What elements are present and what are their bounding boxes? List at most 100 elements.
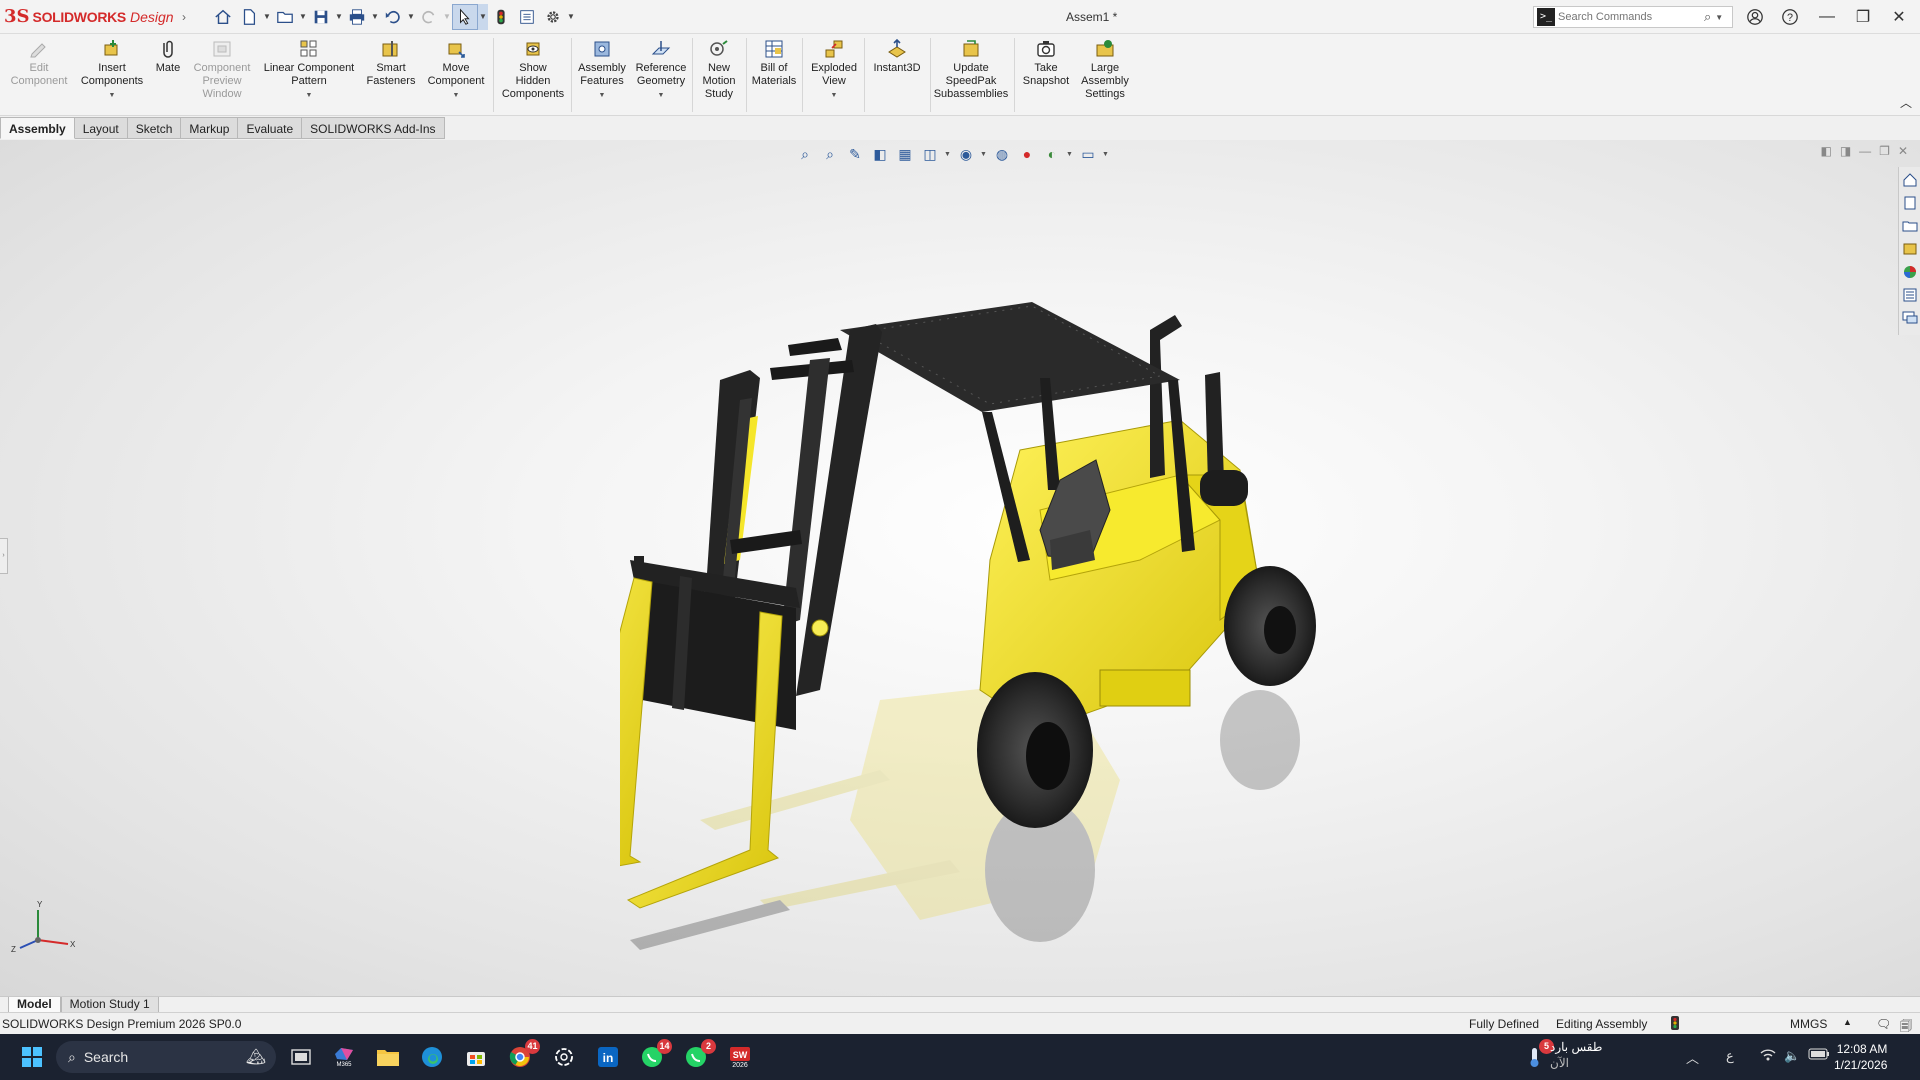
weather-widget[interactable]: طقس بارد الآن xyxy=(1550,1039,1602,1071)
show-hidden-components-button[interactable]: Show Hidden Components xyxy=(498,38,568,101)
zoom-to-area-icon[interactable]: ⌕ xyxy=(819,143,841,165)
instant3d-button[interactable]: Instant3D xyxy=(866,38,928,75)
print-dropdown-icon[interactable]: ▼ xyxy=(370,12,380,21)
forum-icon[interactable] xyxy=(1901,308,1919,327)
wifi-icon[interactable] xyxy=(1760,1048,1776,1065)
search-dropdown-icon[interactable]: ▼ xyxy=(1715,13,1723,22)
tile-left-icon[interactable]: ◧ xyxy=(1820,144,1831,158)
open-dropdown-icon[interactable]: ▼ xyxy=(298,12,308,21)
file-explorer-icon[interactable] xyxy=(1901,216,1919,235)
select-dropdown-icon[interactable]: ▼ xyxy=(478,3,488,30)
save-icon[interactable] xyxy=(308,4,334,30)
view-orientation-icon[interactable]: ◫ xyxy=(919,143,941,165)
whatsapp-business-icon[interactable]: 2 xyxy=(682,1039,716,1071)
new-document-icon[interactable] xyxy=(236,4,262,30)
edit-appearance-icon[interactable]: ● xyxy=(1016,143,1038,165)
view-palette-icon[interactable] xyxy=(1901,239,1919,258)
solidworks-logo[interactable]: 3S SOLIDWORKS Design xyxy=(0,0,176,34)
assembly-features-button[interactable]: Assembly Features ▼ xyxy=(574,38,630,102)
show-hidden-icons-chevron-icon[interactable]: ︿ xyxy=(1686,1048,1699,1067)
input-language-indicator[interactable]: ع xyxy=(1726,1048,1734,1064)
update-speedpak-button[interactable]: Update SpeedPak Subassemblies xyxy=(932,38,1010,101)
feature-manager-expand-handle[interactable]: › xyxy=(0,538,8,574)
bill-of-materials-button[interactable]: Bill of Materials xyxy=(748,38,800,88)
rebuild-traffic-light-icon[interactable] xyxy=(488,4,514,30)
select-cursor-icon[interactable] xyxy=(452,3,478,30)
search-commands-box[interactable]: >_ ⌕ ▼ xyxy=(1533,6,1733,28)
move-component-dropdown-icon[interactable]: ▼ xyxy=(453,89,460,102)
display-style-dropdown-icon[interactable]: ▼ xyxy=(980,151,988,158)
minimize-window-icon[interactable]: — xyxy=(1810,4,1844,30)
help-icon[interactable]: ? xyxy=(1773,4,1807,30)
unit-system-text[interactable]: MMGS xyxy=(1790,1017,1827,1031)
zoom-to-fit-icon[interactable]: ⌕ xyxy=(794,143,816,165)
microsoft-store-icon[interactable] xyxy=(462,1043,490,1071)
view-settings-dropdown-icon[interactable]: ▼ xyxy=(1102,151,1110,158)
close-window-icon[interactable]: ✕ xyxy=(1882,4,1916,30)
solidworks-taskbar-icon[interactable]: SW 2026 xyxy=(726,1043,754,1071)
linkedin-icon[interactable]: in xyxy=(594,1043,622,1071)
tab-evaluate[interactable]: Evaluate xyxy=(238,117,303,139)
tab-model[interactable]: Model xyxy=(8,997,61,1013)
edge-browser-icon[interactable] xyxy=(418,1043,446,1071)
print-icon[interactable] xyxy=(344,4,370,30)
open-folder-icon[interactable] xyxy=(272,4,298,30)
search-input[interactable] xyxy=(1558,11,1698,23)
search-icon[interactable]: ⌕ xyxy=(1704,9,1711,25)
linear-component-pattern-button[interactable]: Linear Component Pattern ▼ xyxy=(258,38,360,102)
new-dropdown-icon[interactable]: ▼ xyxy=(262,12,272,21)
move-component-button[interactable]: Move Component ▼ xyxy=(422,38,490,102)
exploded-view-button[interactable]: Exploded View ▼ xyxy=(806,38,862,102)
view-settings-icon[interactable]: ▭ xyxy=(1077,143,1099,165)
section-view-icon[interactable]: ◧ xyxy=(869,143,891,165)
rebuild-status-icon[interactable] xyxy=(1671,1016,1679,1033)
microsoft-365-icon[interactable]: M365 xyxy=(330,1043,358,1071)
unit-system-dropdown-icon[interactable]: ▲ xyxy=(1843,1017,1852,1027)
file-properties-icon[interactable] xyxy=(514,4,540,30)
system-clock[interactable]: 12:08 AM 1/21/2026 xyxy=(1834,1041,1887,1073)
options-gear-icon[interactable] xyxy=(540,4,566,30)
apply-scene-icon[interactable]: ◐ xyxy=(1041,143,1063,165)
tab-layout[interactable]: Layout xyxy=(74,117,128,139)
whatsapp-icon[interactable]: 14 xyxy=(638,1039,672,1071)
design-library-icon[interactable] xyxy=(1901,193,1919,212)
volume-icon[interactable]: 🔈 xyxy=(1784,1048,1800,1064)
linear-pattern-dropdown-icon[interactable]: ▼ xyxy=(306,89,313,102)
restore-window-icon[interactable]: ❐ xyxy=(1846,4,1880,30)
mate-button[interactable]: Mate xyxy=(150,38,186,75)
tab-assembly[interactable]: Assembly xyxy=(0,117,75,139)
tab-solidworks-add-ins[interactable]: SOLIDWORKS Add-Ins xyxy=(302,117,445,139)
insert-components-button[interactable]: Insert Components ▼ xyxy=(76,38,148,102)
task-view-icon[interactable] xyxy=(287,1043,315,1071)
dynamic-annotation-icon[interactable]: ▦ xyxy=(894,143,916,165)
undo-icon[interactable] xyxy=(380,4,406,30)
reference-geometry-dropdown-icon[interactable]: ▼ xyxy=(658,89,665,102)
undo-dropdown-icon[interactable]: ▼ xyxy=(406,12,416,21)
chat-icon[interactable]: 🗨 xyxy=(1876,1017,1891,1031)
user-account-icon[interactable] xyxy=(1738,4,1772,30)
assembly-features-dropdown-icon[interactable]: ▼ xyxy=(599,89,606,102)
large-assembly-settings-button[interactable]: Large Assembly Settings xyxy=(1076,38,1134,101)
component-preview-window-button[interactable]: Component Preview Window xyxy=(188,38,256,101)
tab-markup[interactable]: Markup xyxy=(181,117,239,139)
graphics-area[interactable]: ⌕ ⌕ ✎ ◧ ▦ ◫ ▼ ◉ ▼ ◍ ● ◐ ▼ ▭ ▼ ◧ ◨ — ❐ ✕ … xyxy=(0,140,1920,996)
exploded-view-dropdown-icon[interactable]: ▼ xyxy=(831,89,838,102)
solidworks-resources-icon[interactable] xyxy=(1901,170,1919,189)
close-document-icon[interactable]: ✕ xyxy=(1898,144,1908,158)
forklift-3d-model[interactable] xyxy=(620,260,1340,996)
windows-start-icon[interactable] xyxy=(18,1043,46,1071)
custom-properties-icon[interactable] xyxy=(1901,285,1919,304)
chatgpt-icon[interactable] xyxy=(550,1043,578,1071)
taskbar-search-box[interactable]: ⌕ Search 🏔 xyxy=(56,1041,276,1073)
home-icon[interactable] xyxy=(210,4,236,30)
display-style-icon[interactable]: ◉ xyxy=(955,143,977,165)
view-orientation-dropdown-icon[interactable]: ▼ xyxy=(944,151,952,158)
smart-fasteners-button[interactable]: Smart Fasteners xyxy=(362,38,420,88)
battery-icon[interactable] xyxy=(1808,1048,1830,1063)
options-dropdown-icon[interactable]: ▼ xyxy=(566,12,576,21)
previous-view-icon[interactable]: ✎ xyxy=(844,143,866,165)
tile-right-icon[interactable]: ◨ xyxy=(1840,144,1851,158)
edit-component-button[interactable]: Edit Component xyxy=(4,38,74,88)
weather-icon[interactable]: 5 xyxy=(1520,1039,1554,1071)
chrome-icon[interactable]: 41 xyxy=(506,1039,540,1071)
